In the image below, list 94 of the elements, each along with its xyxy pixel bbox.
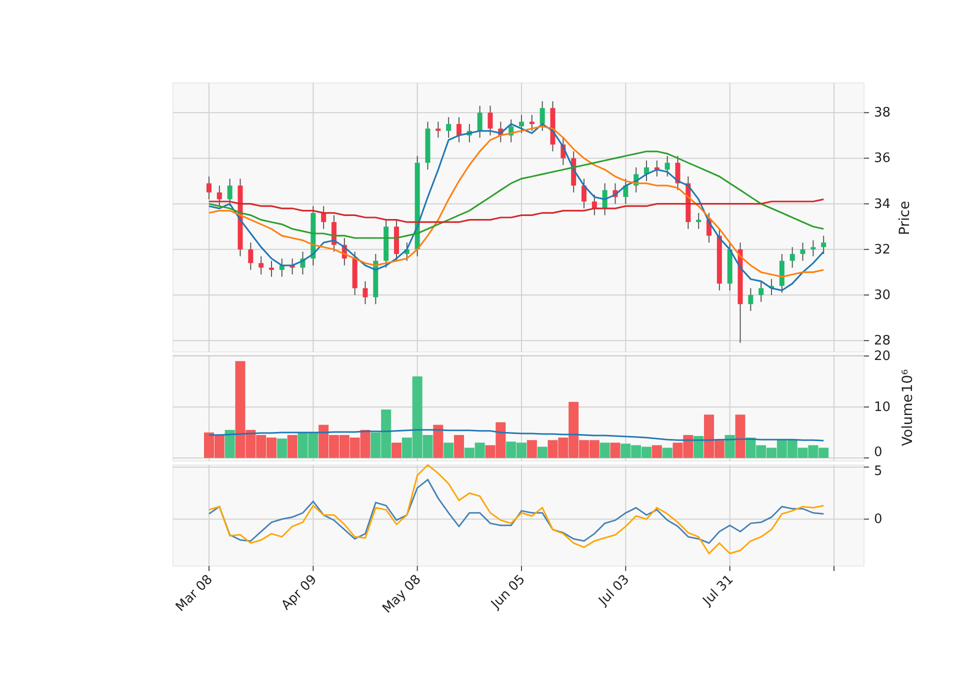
volume-bar <box>620 444 631 458</box>
candlestick <box>664 155 670 177</box>
candlestick <box>602 182 608 216</box>
y-tick-label: 10 <box>874 400 891 415</box>
y-tick-label: 36 <box>874 151 891 166</box>
axis-title: Price <box>897 200 913 236</box>
volume-bar <box>339 435 350 458</box>
candlestick <box>550 100 556 152</box>
volume-bar <box>266 438 276 458</box>
y-tick-label: 28 <box>874 334 891 349</box>
volume-bar <box>276 438 287 458</box>
y-tick-label: 38 <box>874 106 891 121</box>
candlestick <box>696 212 702 230</box>
candlestick <box>446 116 452 138</box>
volume-bar <box>256 435 266 458</box>
candlestick <box>466 124 472 143</box>
candlestick <box>394 219 399 262</box>
candlestick <box>456 116 462 143</box>
volume-bar <box>631 445 642 458</box>
volume-bar <box>652 445 662 458</box>
candlestick <box>310 206 316 266</box>
x-tick-label: Mar 08 <box>173 572 216 615</box>
candlestick <box>529 114 534 132</box>
candlestick <box>425 121 430 170</box>
volume-bar <box>642 446 652 458</box>
y-tick-label: 32 <box>874 242 891 258</box>
volume-bar <box>808 445 818 458</box>
volume-bar <box>516 442 526 458</box>
candlestick <box>332 214 336 252</box>
candlestick <box>706 212 712 244</box>
candlestick <box>810 240 816 257</box>
y-tick-label: 0 <box>874 512 882 528</box>
y-tick-label: 20 <box>874 349 891 364</box>
candlestick <box>727 242 732 291</box>
candlestick <box>352 251 358 296</box>
candlestick <box>675 155 680 191</box>
candlestick <box>582 178 586 209</box>
y-tick-label: 5 <box>874 464 882 480</box>
candlestick <box>571 150 576 193</box>
volume-bar <box>287 435 298 458</box>
candlestick <box>769 278 774 296</box>
y-tick-label: 34 <box>874 196 891 212</box>
candlestick <box>258 256 264 275</box>
candlestick <box>634 166 639 193</box>
candlestick <box>373 253 378 305</box>
candlestick <box>342 238 347 266</box>
candlestick <box>623 178 628 204</box>
candlestick <box>644 160 649 182</box>
candlestick <box>279 258 284 278</box>
candlestick <box>404 242 410 262</box>
candlestick <box>321 206 326 230</box>
axis-scale-label: 10⁶ <box>900 369 916 393</box>
candlestick <box>716 228 722 291</box>
candlestick <box>227 178 232 207</box>
candlestick <box>248 242 254 270</box>
candlestick <box>290 258 295 275</box>
candlestick <box>384 219 389 268</box>
x-tick-label: Jun 05 <box>488 572 528 612</box>
volume-bar <box>600 442 610 458</box>
candlestick <box>779 253 784 294</box>
candlestick <box>758 280 764 302</box>
candlestick <box>790 246 795 268</box>
candlestick <box>560 137 566 166</box>
candlestick <box>748 288 754 312</box>
candlestick <box>498 121 504 143</box>
candlestick <box>362 280 368 305</box>
axis-title: Volume <box>900 394 916 446</box>
x-tick-label: Jul 31 <box>700 572 737 609</box>
candlestick <box>800 242 806 262</box>
candlestick <box>540 100 545 132</box>
candlestick <box>206 176 212 200</box>
candlestick <box>477 105 482 138</box>
volume-bar <box>589 440 600 458</box>
volume-bar <box>204 432 214 458</box>
candlestick <box>592 194 597 216</box>
candlestick <box>821 235 826 254</box>
candlestick <box>612 182 618 204</box>
candlestick <box>488 105 493 136</box>
candlestick <box>654 160 660 177</box>
volume-bar <box>308 432 318 458</box>
volume-bar <box>610 442 620 458</box>
volume-bar <box>350 438 360 458</box>
candlestick <box>269 260 274 278</box>
volume-bar <box>818 448 829 458</box>
x-tick-label: Apr 09 <box>278 572 320 614</box>
candlestick <box>686 176 691 230</box>
candlestick <box>216 185 222 207</box>
y-tick-label: 30 <box>874 288 891 303</box>
candlestick <box>436 121 441 138</box>
y-tick-label: 0 <box>874 444 882 460</box>
candlestick <box>300 251 306 275</box>
candlestick <box>508 118 514 143</box>
candlestick <box>519 114 524 134</box>
x-tick-label: Jul 03 <box>596 572 632 609</box>
